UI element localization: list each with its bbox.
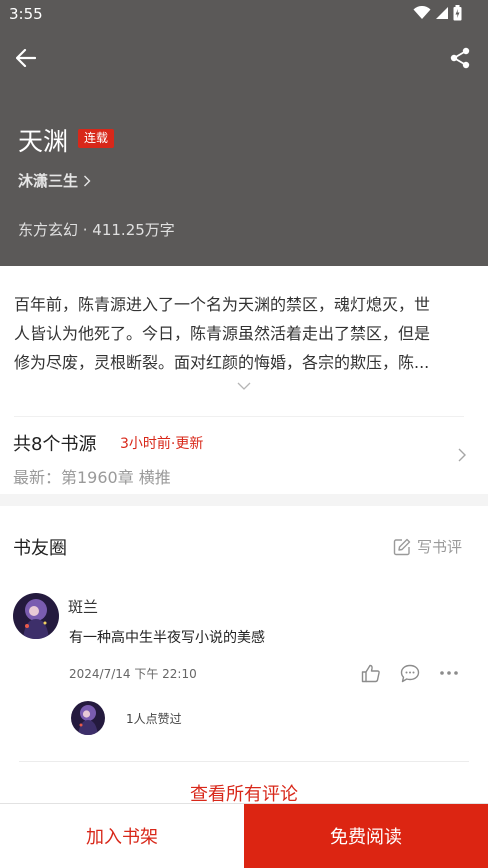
- sources-count: 共8个书源: [13, 434, 97, 455]
- avatar[interactable]: [13, 593, 59, 639]
- write-review-button[interactable]: 写书评: [393, 536, 462, 557]
- serial-status-badge: 连载: [78, 129, 115, 148]
- share-icon: [450, 47, 470, 69]
- divider: [19, 761, 469, 762]
- status-icons: [413, 5, 462, 21]
- divider: [14, 416, 464, 417]
- section-divider: [0, 494, 488, 506]
- book-sources-row[interactable]: 共8个书源 3小时前·更新 最新：第1960章 横推: [0, 418, 488, 494]
- book-summary[interactable]: 百年前，陈青源进入了一个名为天渊的禁区，魂灯熄灭，世 人皆认为他死了。今日，陈青…: [14, 290, 472, 377]
- author-name: 沐潇三生: [18, 172, 79, 190]
- summary-line: 人皆认为他死了。今日，陈青源虽然活着走出了禁区，但是: [14, 324, 431, 343]
- more-dots-icon: [440, 671, 458, 675]
- chevron-down-icon: [237, 382, 251, 390]
- battery-icon: [453, 5, 462, 21]
- write-review-label: 写书评: [416, 538, 462, 556]
- comment-username[interactable]: 斑兰: [68, 596, 98, 617]
- summary-line: 百年前，陈青源进入了一个名为天渊的禁区，魂灯熄灭，世: [14, 295, 431, 314]
- reply-button[interactable]: [399, 662, 421, 684]
- sources-updated-time: 3小时前·更新: [120, 436, 204, 452]
- add-to-shelf-button[interactable]: 加入书架: [0, 804, 244, 868]
- back-button[interactable]: [10, 42, 42, 74]
- thumbs-up-icon: [361, 664, 380, 682]
- reader-circle-title: 书友圈: [13, 538, 67, 559]
- liker-avatar[interactable]: [71, 701, 105, 735]
- wifi-icon: [413, 6, 431, 19]
- edit-icon: [393, 538, 411, 555]
- comment-time: 2024/7/14 下午 22:10: [69, 667, 197, 681]
- user-avatar-image: [13, 593, 59, 639]
- chevron-right-icon: [458, 448, 466, 462]
- share-button[interactable]: [444, 42, 476, 74]
- like-button[interactable]: [360, 662, 382, 684]
- user-avatar-image: [71, 701, 105, 735]
- more-options-button[interactable]: [438, 662, 460, 684]
- expand-summary-button[interactable]: [234, 378, 254, 394]
- signal-icon: [436, 7, 448, 19]
- status-time: 3:55: [9, 5, 43, 23]
- comment-bubble-icon: [400, 664, 420, 682]
- comment-text[interactable]: 有一种高中生半夜写小说的美感: [69, 627, 265, 647]
- summary-line: 修为尽废，灵根断裂。面对红颜的悔婚，各宗的欺压，陈...: [14, 353, 430, 372]
- book-detail-page: 3:55 天渊 连载 沐潇三生 东方玄幻 · 411.25万字 百年前，陈青源进…: [0, 0, 488, 868]
- author-link[interactable]: 沐潇三生: [18, 170, 91, 191]
- genre-word-count: 东方玄幻 · 411.25万字: [18, 221, 175, 239]
- read-free-button[interactable]: 免费阅读: [244, 804, 488, 868]
- bottom-action-bar: 加入书架 免费阅读: [0, 803, 488, 868]
- likes-count: 1人点赞过: [126, 712, 182, 726]
- book-title: 天渊: [18, 127, 69, 156]
- status-bar: 3:55: [0, 0, 488, 28]
- chevron-right-icon: [84, 175, 91, 186]
- book-header: 3:55 天渊 连载 沐潇三生 东方玄幻 · 411.25万字: [0, 0, 488, 266]
- latest-chapter: 最新：第1960章 横推: [13, 468, 171, 487]
- arrow-left-icon: [16, 49, 36, 67]
